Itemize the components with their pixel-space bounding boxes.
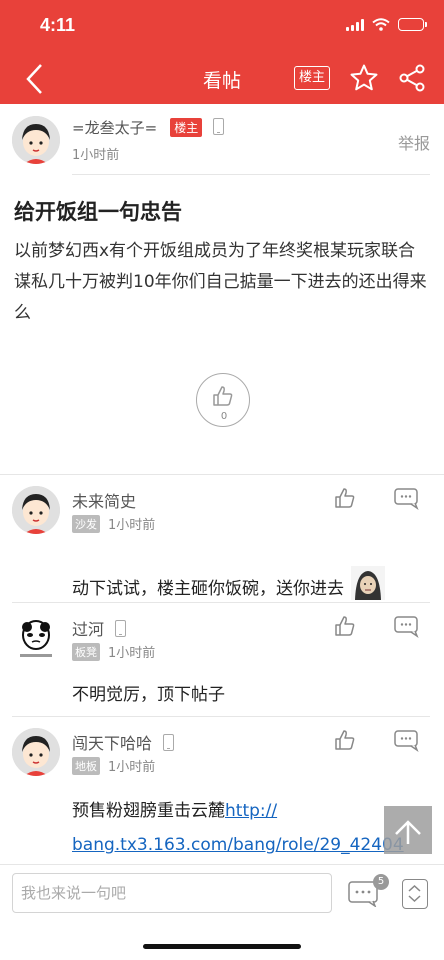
home-indicator [143, 944, 301, 949]
post-time: 1小时前 [72, 148, 120, 163]
comment-text: 预售粉翅膀重击云麓http:// bang.tx3.163.com/bang/r… [72, 794, 412, 862]
comment-meta: 地板 1小时前 [72, 756, 155, 775]
phone-icon [213, 118, 225, 135]
bottom-bar: 5 [0, 864, 444, 920]
comment-link[interactable]: http:// [225, 801, 277, 821]
comment-count-badge: 5 [373, 874, 389, 890]
comment-text: 不明觉厉，顶下帖子 [72, 685, 225, 705]
report-button[interactable]: 举报 [398, 130, 430, 154]
wifi-icon [372, 18, 390, 31]
post-title: 给开饭组一句忠告 [14, 200, 182, 224]
author-name[interactable]: =龙叁太子= [72, 119, 157, 137]
floor-tag: 地板 [72, 756, 100, 775]
commenter-name[interactable]: 闯天下哈哈 [72, 734, 152, 753]
commenter-name[interactable]: 未来简史 [72, 488, 136, 512]
comment-item: 闯天下哈哈 地板 1小时前 预售粉翅膀重击云麓http:// bang.tx3.… [0, 716, 444, 864]
reply-icon[interactable] [393, 728, 421, 752]
phone-icon [115, 620, 127, 637]
reply-icon[interactable] [393, 486, 421, 510]
thumbs-up-icon[interactable] [333, 728, 357, 752]
post-author-line: =龙叁太子= 楼主 [72, 117, 225, 138]
comment-link[interactable]: bang.tx3.163.com/bang/role/29_42404 [72, 835, 404, 855]
comment-meta: 板凳 1小时前 [72, 642, 155, 661]
avatar[interactable] [12, 486, 60, 534]
status-icons [346, 18, 427, 31]
signal-icon [346, 18, 364, 31]
comment-item: 过河 板凳 1小时前 不明觉厉，顶下帖子 [0, 602, 444, 716]
floor-tag: 板凳 [72, 642, 100, 661]
battery-icon [398, 18, 427, 31]
floor-tag: 沙发 [72, 514, 100, 533]
like-button[interactable]: 0 [196, 373, 250, 427]
phone-icon [163, 734, 175, 751]
commenter-line: 闯天下哈哈 [72, 730, 175, 754]
share-icon[interactable] [398, 64, 426, 92]
top-header: 4:11 看帖 楼主 [0, 0, 444, 104]
reply-icon[interactable] [393, 614, 421, 638]
like-count: 0 [220, 411, 228, 422]
status-time: 4:11 [40, 15, 76, 35]
star-icon[interactable] [349, 63, 379, 93]
post-body: 以前梦幻西x有个开饭组成员为了年终奖根某玩家联合谋私几十万被判10年你们自己掂量… [14, 241, 427, 323]
thumbs-up-icon[interactable] [333, 614, 357, 638]
avatar[interactable] [12, 614, 60, 662]
post-author [12, 116, 60, 164]
only-op-button[interactable]: 楼主 [294, 66, 330, 90]
page-jump-button[interactable] [402, 879, 428, 909]
thumbs-up-icon[interactable] [333, 486, 357, 510]
avatar[interactable] [12, 728, 60, 776]
commenter-line: 过河 [72, 616, 127, 640]
comment-time: 1小时前 [108, 760, 156, 775]
comment-text-content: 动下试试，楼主砸你饭碗，送你进去 [72, 579, 344, 599]
reply-input[interactable] [12, 873, 332, 913]
comment-text: 动下试试，楼主砸你饭碗，送你进去 [72, 566, 386, 600]
thumbs-up-icon [213, 386, 233, 406]
comment-item: 未来简史 沙发 1小时前 动下试试，楼主砸你饭碗，送你进去 [0, 474, 444, 602]
meme-sticker-icon [351, 566, 386, 600]
comment-text-content: 预售粉翅膀重击云麓 [72, 801, 225, 821]
comment-time: 1小时前 [108, 646, 156, 661]
comment-time: 1小时前 [108, 518, 156, 533]
chevron-up-down-icon [408, 884, 421, 903]
op-badge: 楼主 [170, 118, 203, 137]
arrow-up-icon [395, 820, 421, 844]
comment-meta: 沙发 1小时前 [72, 514, 155, 533]
commenter-name[interactable]: 过河 [72, 620, 104, 639]
avatar[interactable] [12, 116, 60, 164]
divider [72, 174, 430, 175]
scroll-top-button[interactable] [384, 806, 432, 854]
